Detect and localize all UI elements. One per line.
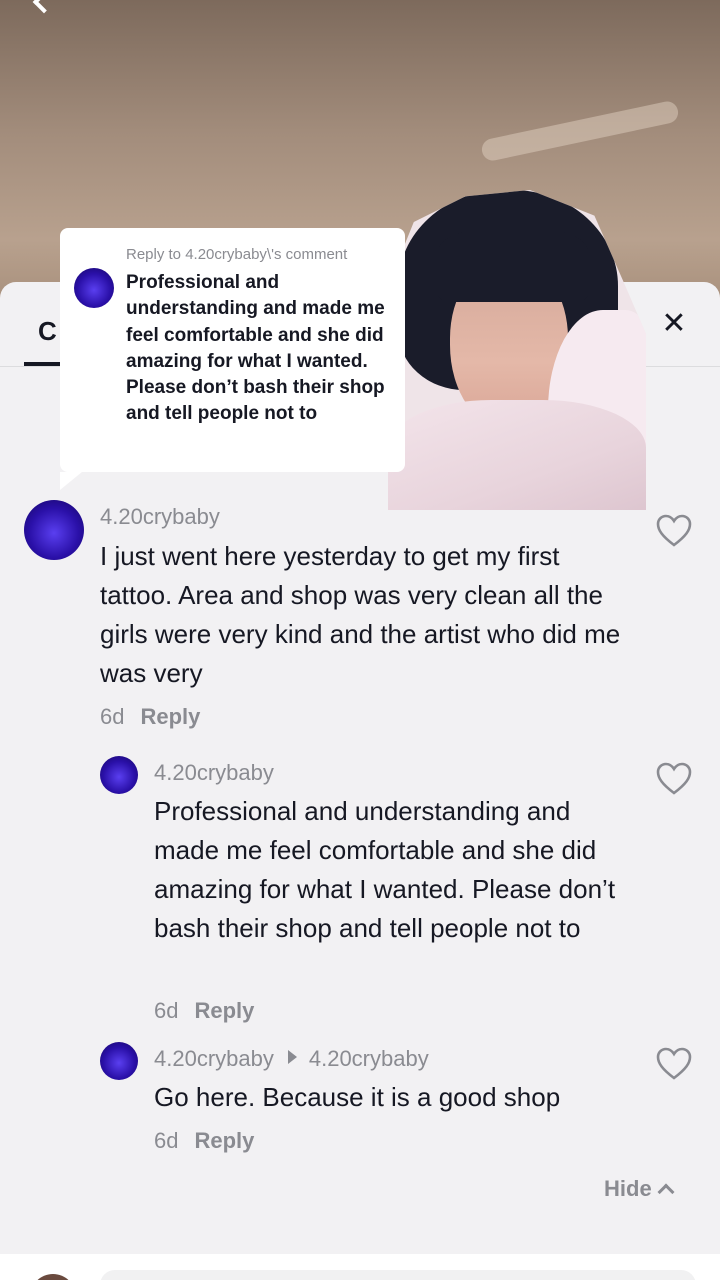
- chevron-up-icon: [657, 1183, 675, 1201]
- comment-time: 6d: [154, 998, 179, 1023]
- comment-username[interactable]: 4.20crybaby: [154, 760, 274, 786]
- replied-to-username[interactable]: 4.20crybaby: [309, 1046, 429, 1071]
- reply-caption: Reply to 4.20crybaby\'s comment: [126, 246, 348, 263]
- comment-text: Go here. Because it is a good shop: [154, 1082, 561, 1112]
- reply-button[interactable]: Reply: [140, 704, 200, 729]
- comments-tab-label[interactable]: C: [38, 316, 57, 347]
- close-icon[interactable]: ✕: [658, 308, 690, 340]
- comment-meta: 6d Reply: [154, 1128, 254, 1154]
- video-sky-detail: [479, 99, 681, 163]
- avatar: [30, 1274, 76, 1280]
- reply-to-comment-sticker: Reply to 4.20crybaby\'s comment Professi…: [60, 228, 405, 490]
- heart-outline-icon[interactable]: [656, 762, 692, 796]
- avatar[interactable]: [100, 756, 138, 794]
- chevron-left-icon[interactable]: [32, 0, 56, 14]
- hide-replies-button[interactable]: Hide: [604, 1176, 675, 1202]
- comment-time: 6d: [154, 1128, 179, 1153]
- comment-text: Professional and understanding and made …: [154, 796, 616, 943]
- comment-username[interactable]: 4.20crybaby: [100, 504, 220, 530]
- heart-outline-icon[interactable]: [656, 1047, 692, 1081]
- comment-meta: 6d Reply: [154, 998, 254, 1024]
- reply-sticker-text: Professional and understanding and made …: [126, 272, 385, 425]
- bangs-shape: [438, 230, 588, 302]
- avatar[interactable]: [100, 1042, 138, 1080]
- comment-input-bar: [0, 1254, 720, 1280]
- avatar: [74, 268, 114, 308]
- reply-button[interactable]: Reply: [194, 1128, 254, 1153]
- avatar[interactable]: [24, 500, 84, 560]
- comment-username[interactable]: 4.20crybaby: [154, 1046, 274, 1071]
- hide-label: Hide: [604, 1176, 652, 1201]
- comment-time: 6d: [100, 704, 125, 729]
- comment-input[interactable]: [100, 1270, 696, 1280]
- comment-meta: 6d Reply: [100, 704, 200, 730]
- heart-outline-icon[interactable]: [656, 514, 692, 548]
- comment-username-row: 4.20crybaby 4.20crybaby: [154, 1046, 429, 1072]
- blanket-shape: [388, 400, 646, 510]
- reply-arrow-icon: [287, 1050, 297, 1064]
- comment-text: I just went here yesterday to get my fir…: [100, 541, 621, 688]
- reply-button[interactable]: Reply: [194, 998, 254, 1023]
